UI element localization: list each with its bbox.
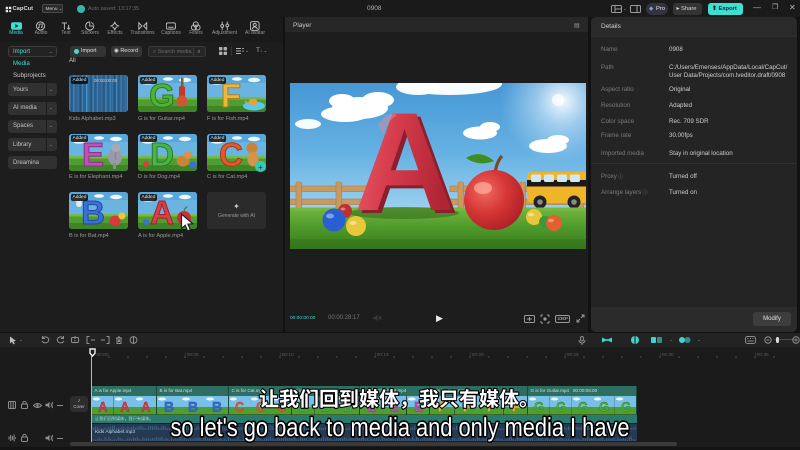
svg-text:so let's go back to media and: so let's go back to media and only media…	[171, 412, 630, 442]
svg-text:A: A	[354, 83, 455, 240]
svg-text:A: A	[142, 399, 151, 415]
svg-text:A: A	[98, 399, 107, 415]
svg-text:A: A	[120, 399, 129, 415]
